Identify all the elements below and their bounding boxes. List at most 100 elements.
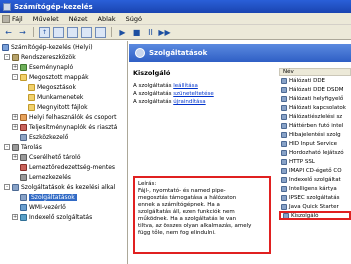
tree-item-services-and-applications[interactable]: - Szolgáltatások és kezelési alkal [4, 183, 115, 191]
stop-service-link[interactable]: leállítása [173, 83, 198, 89]
pause-service-icon[interactable]: II [145, 27, 156, 38]
list-item[interactable]: Intelligens kártya [279, 184, 351, 193]
tree-item-label: Megosztások [37, 83, 76, 91]
expand-icon[interactable]: + [12, 214, 18, 220]
list-item[interactable]: Háttérben futó intel [279, 121, 351, 130]
description-line: Fájl-, nyomtató- és named pipe- [138, 188, 226, 194]
service-gear-icon [281, 131, 287, 138]
service-gear-icon [281, 158, 287, 165]
restart-service-link[interactable]: újraindítása [173, 99, 205, 105]
collapse-icon[interactable]: - [4, 184, 10, 190]
tree-item-label: WMI-vezérlő [29, 203, 66, 211]
list-item[interactable]: Indexelő szolgáltat [279, 175, 351, 184]
tree-item-services[interactable]: Szolgáltatások [20, 193, 77, 201]
action-restart-line: A szolgáltatás újraindítása [133, 99, 206, 105]
system-menu-icon[interactable] [2, 15, 10, 23]
services-list: Név Hálózati DDE Hálózati DDE DSDM Hálóz… [279, 68, 351, 262]
service-gear-icon [281, 113, 287, 120]
tree-item-wmi-control[interactable]: WMI-vezérlő [20, 203, 66, 211]
stop-service-icon[interactable]: ■ [131, 27, 142, 38]
menu-view[interactable]: Nézet [69, 15, 88, 23]
back-arrow-icon[interactable]: ← [3, 27, 14, 38]
list-item-selected[interactable]: Kiszolgáló [279, 211, 351, 220]
tree-item-computer-management[interactable]: Számítógép-kezelés (Helyi) [2, 43, 93, 51]
service-gear-icon [281, 104, 287, 111]
list-item[interactable]: Hálózati kapcsolatok [279, 103, 351, 112]
tree-item-label: Számítógép-kezelés (Helyi) [11, 43, 93, 51]
description-line: megosztás támogatása a hálózaton [138, 195, 237, 201]
column-header-name[interactable]: Név [279, 68, 351, 76]
list-item[interactable]: Hordozható lejátszó [279, 148, 351, 157]
list-item[interactable]: IPSEC szolgáltatás [279, 193, 351, 202]
show-hide-tree-icon[interactable] [53, 26, 64, 38]
up-level-icon[interactable]: ↑ [39, 26, 50, 38]
tree-item-label: Lemezkezelés [29, 173, 71, 181]
service-gear-icon [281, 122, 287, 129]
collapse-icon[interactable]: - [4, 54, 10, 60]
menu-file[interactable]: Fájl [12, 15, 23, 23]
tree-item-device-manager[interactable]: Eszközkezelő [20, 133, 68, 141]
list-item[interactable]: Hálózati helyfigyelő [279, 94, 351, 103]
tree-item-local-users[interactable]: + Helyi felhasználók és csoport [12, 113, 117, 121]
tree-item-disk-management[interactable]: Lemezkezelés [20, 173, 71, 181]
pause-service-link[interactable]: szüneteltetése [173, 91, 214, 97]
list-item[interactable]: Hibajelentési szolg [279, 130, 351, 139]
export-list-icon[interactable] [67, 26, 78, 38]
service-description-panel: Kiszolgáló A szolgáltatás leállítása A s… [133, 69, 273, 259]
tree-item-performance-logs[interactable]: + Teljesítménynaplók és riasztá [12, 123, 117, 131]
tree-item-label: Szolgáltatások és kezelési alkal [21, 183, 116, 191]
list-item[interactable]: IMAPI CD-égető CO [279, 166, 351, 175]
menu-help[interactable]: Súgó [126, 15, 142, 23]
service-name: Kiszolgáló [133, 69, 171, 77]
tree-item-defragmenter[interactable]: Lemeztöredezettség-mentes [20, 163, 115, 171]
collapse-icon[interactable]: - [12, 74, 18, 80]
tree-item-storage[interactable]: - Tárolás [4, 143, 42, 151]
menu-action[interactable]: Művelet [33, 15, 59, 23]
list-item[interactable]: HTTP SSL [279, 157, 351, 166]
description-line: függ tőle, nem fog elindulni. [138, 230, 216, 236]
list-item[interactable]: Hálózati DDE DSDM [279, 85, 351, 94]
list-item[interactable]: HID Input Service [279, 139, 351, 148]
toolbar-separator [33, 27, 34, 37]
description-line: ennek a számítógépnek. Ha a [138, 202, 220, 208]
disk-icon [20, 173, 27, 181]
expand-icon[interactable]: + [12, 114, 18, 120]
services-icon [20, 193, 27, 201]
expand-icon[interactable]: + [12, 64, 18, 70]
restart-service-icon[interactable]: ▶▶ [158, 27, 170, 38]
tree-item-label: Indexelő szolgáltatás [29, 213, 93, 221]
tree-item-label: Helyi felhasználók és csoport [29, 113, 117, 121]
service-gear-icon [281, 149, 287, 156]
services-apps-icon [12, 183, 19, 191]
tree-item-shared-folders[interactable]: - Megosztott mappák [12, 73, 89, 81]
collapse-icon[interactable]: - [4, 144, 10, 150]
expand-icon[interactable]: + [12, 154, 18, 160]
computer-management-icon [3, 2, 11, 11]
tree-item-label: Munkamenetek [37, 93, 84, 101]
tree-item-sessions[interactable]: Munkamenetek [28, 93, 83, 101]
tree-item-indexing-service[interactable]: + Indexelő szolgáltatás [12, 213, 92, 221]
description-line: működnek. Ha a szolgáltatás le van [138, 216, 237, 222]
list-item[interactable]: Hálózatiészlelési sz [279, 112, 351, 121]
tree-item-removable-storage[interactable]: + Cserélhető tároló [12, 153, 81, 161]
tree-item-system-tools[interactable]: - Rendszereszközök [4, 53, 76, 61]
shared-folder-icon [20, 73, 27, 81]
list-item[interactable]: Hálózati DDE [279, 76, 351, 85]
computer-icon [2, 43, 9, 51]
forward-arrow-icon[interactable]: → [17, 27, 28, 38]
tools-icon [12, 53, 19, 61]
menu-window[interactable]: Ablak [98, 15, 116, 23]
service-gear-icon [281, 203, 287, 210]
properties-icon[interactable] [81, 26, 92, 38]
start-service-icon[interactable]: ▶ [117, 27, 128, 38]
title-bar: Számítógép-kezelés [0, 0, 351, 13]
tree-item-event-viewer[interactable]: + Eseménynapló [12, 63, 73, 71]
list-item[interactable]: Java Quick Starter [279, 202, 351, 211]
tree-item-open-files[interactable]: Megnyitott fájlok [28, 103, 88, 111]
expand-icon[interactable]: + [12, 124, 18, 130]
tree-item-label: Rendszereszközök [21, 53, 76, 61]
tree-item-label: Teljesítménynaplók és riasztá [29, 123, 118, 131]
help-icon[interactable] [95, 26, 106, 38]
tree-item-shares[interactable]: Megosztások [28, 83, 76, 91]
tree-item-label: Megosztott mappák [29, 73, 89, 81]
